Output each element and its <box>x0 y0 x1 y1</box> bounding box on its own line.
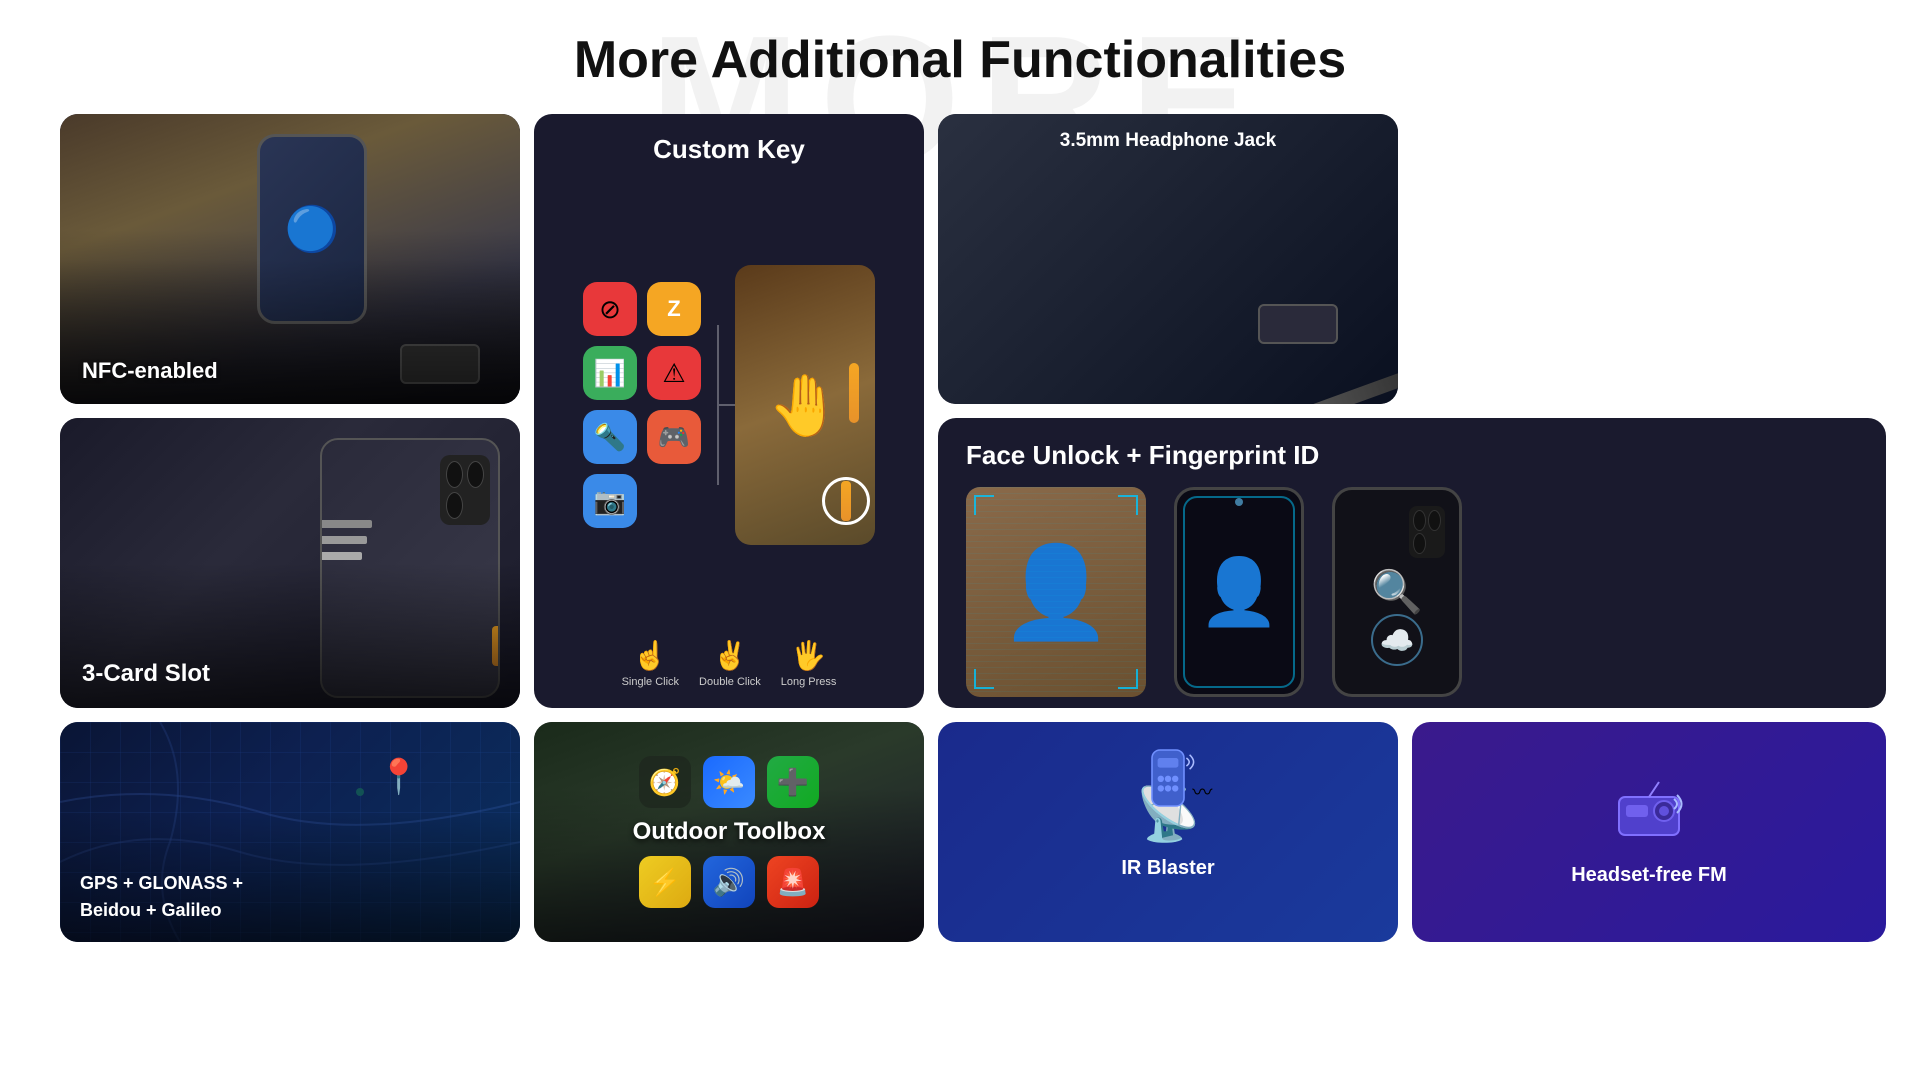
location-pin-icon: 📍 <box>378 757 420 797</box>
face-unlock-visuals: 👤 👤 <box>966 487 1858 697</box>
card-headphone: 3.5mm Headphone Jack <box>938 114 1398 404</box>
ir-label: IR Blaster <box>1121 857 1214 880</box>
single-click: ☝️ Single Click <box>622 639 679 688</box>
connector-line <box>717 325 719 485</box>
outdoor-icon-3: ⚡ <box>639 856 691 908</box>
app-icon-0: ⊘ <box>583 282 637 336</box>
card-headset-fm: Headset-free FM <box>1412 722 1886 942</box>
headphone-bg <box>938 114 1398 404</box>
slot-label: 3-Card Slot <box>82 660 210 688</box>
double-click-icon: ✌️ <box>712 639 747 672</box>
app-icon-3: ⚠ <box>647 346 701 400</box>
fm-icon <box>1614 777 1684 852</box>
hand-phone-visual: 🤚 <box>735 265 875 545</box>
card-3slot: 3-Card Slot <box>60 418 520 708</box>
nfc-label: NFC-enabled <box>82 358 218 384</box>
single-click-label: Single Click <box>622 676 679 688</box>
app-icon-2: 📊 <box>583 346 637 400</box>
custom-key-content: Custom Key ⊘ Z 📊 ⚠ 🔦 🎮 <box>534 114 924 708</box>
outdoor-icon-2: ➕ <box>767 756 819 808</box>
phone-fingerprint: 🔍 ☁️ <box>1332 487 1462 697</box>
gps-label-text: GPS + GLONASS +Beidou + Galileo <box>80 873 243 920</box>
app-icon-grid: ⊘ Z 📊 ⚠ 🔦 🎮 📷 <box>583 282 701 528</box>
gps-label: GPS + GLONASS +Beidou + Galileo <box>80 870 243 924</box>
custom-key-title: Custom Key <box>653 134 805 165</box>
single-click-icon: ☝️ <box>633 639 668 672</box>
fm-label: Headset-free FM <box>1571 864 1727 887</box>
click-labels: ☝️ Single Click ✌️ Double Click 🖐️ Long … <box>622 639 837 688</box>
card-outdoor: 🧭 🌤️ ➕ Outdoor Toolbox ⚡ 🔊 🚨 <box>534 722 924 942</box>
app-icon-5: 🎮 <box>647 410 701 464</box>
outdoor-icon-4: 🔊 <box>703 856 755 908</box>
card-ir-blaster: 📡 〰 IR Blaster <box>938 722 1398 942</box>
double-click: ✌️ Double Click <box>699 639 761 688</box>
long-press-label: Long Press <box>781 676 837 688</box>
fm-content: Headset-free FM <box>1412 722 1886 942</box>
page-title: More Additional Functionalities <box>0 0 1920 114</box>
outdoor-title: Outdoor Toolbox <box>633 818 826 846</box>
double-click-label: Double Click <box>699 676 761 688</box>
outdoor-icon-0: 🧭 <box>639 756 691 808</box>
ir-remote-svg <box>1133 742 1203 822</box>
outdoor-content: 🧭 🌤️ ➕ Outdoor Toolbox ⚡ 🔊 🚨 <box>534 722 924 942</box>
app-icon-6: 📷 <box>583 474 637 528</box>
card-nfc: 🔵 NFC-enabled <box>60 114 520 404</box>
face-unlock-title: Face Unlock + Fingerprint ID <box>966 440 1858 471</box>
outdoor-icons-top: 🧭 🌤️ ➕ <box>639 756 819 808</box>
long-press-icon: 🖐️ <box>791 639 826 672</box>
face-photo: 👤 <box>966 487 1146 697</box>
app-icon-1: Z <box>647 282 701 336</box>
outdoor-icon-5: 🚨 <box>767 856 819 908</box>
outdoor-icons-bottom: ⚡ 🔊 🚨 <box>639 856 819 908</box>
headphone-label: 3.5mm Headphone Jack <box>938 130 1398 152</box>
outdoor-icon-1: 🌤️ <box>703 756 755 808</box>
app-icon-4: 🔦 <box>583 410 637 464</box>
card-gps: GPS + GLONASS +Beidou + Galileo 📍 <box>60 722 520 942</box>
face-unlock-content: Face Unlock + Fingerprint ID 👤 👤 <box>938 418 1886 708</box>
phone-face-unlock: 👤 <box>1174 487 1304 697</box>
feature-grid: 🔵 NFC-enabled Custom Key ⊘ Z 📊 ⚠ <box>0 114 1920 942</box>
card-custom-key: Custom Key ⊘ Z 📊 ⚠ 🔦 🎮 <box>534 114 924 708</box>
long-press: 🖐️ Long Press <box>781 639 837 688</box>
card-face-unlock: Face Unlock + Fingerprint ID 👤 👤 <box>938 418 1886 708</box>
headphone-visual <box>1118 244 1398 404</box>
